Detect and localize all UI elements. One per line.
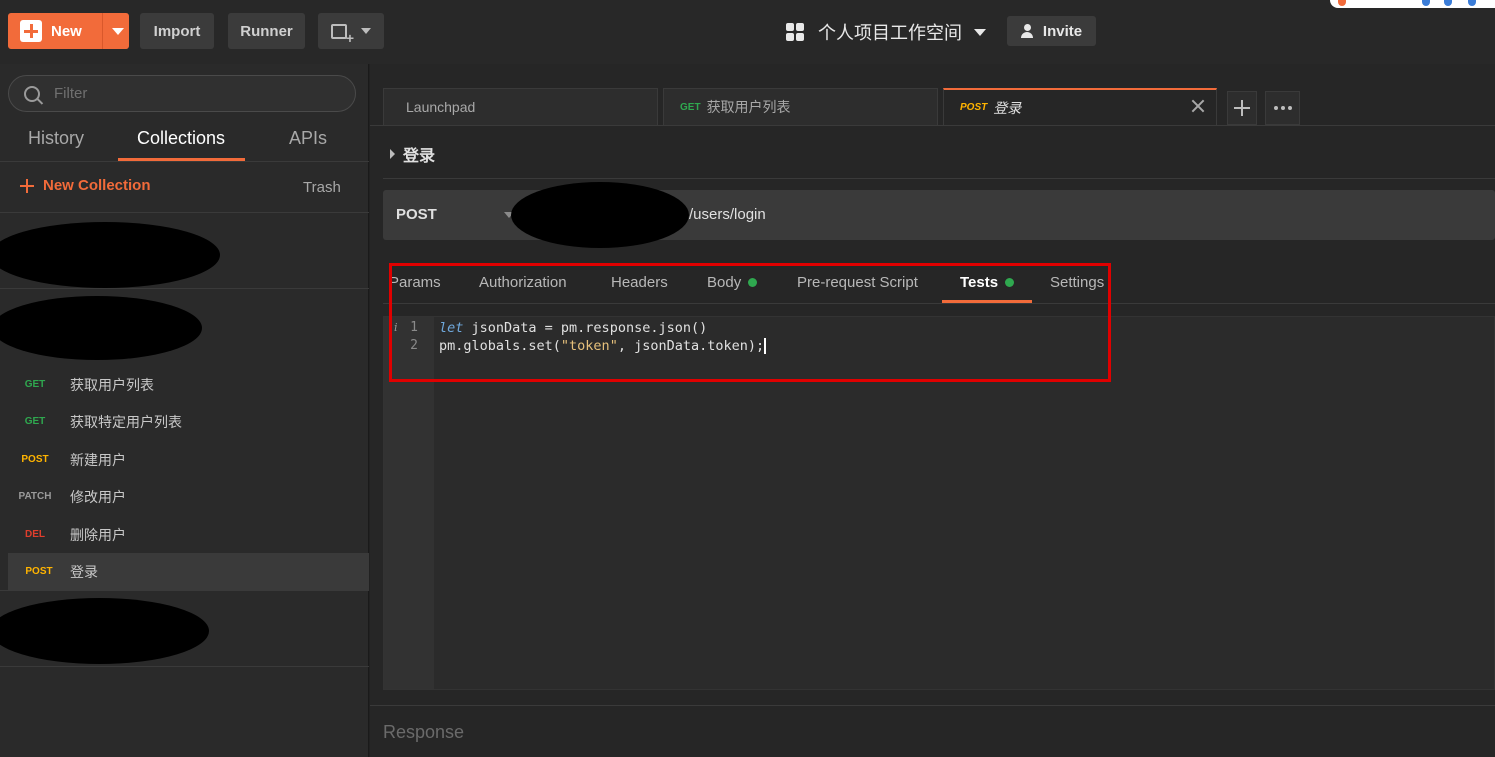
divider (370, 125, 1495, 126)
sidebar-tabs: History Collections APIs (0, 120, 369, 162)
tab-label: Launchpad (406, 99, 476, 115)
request-title-text: 登录 (403, 148, 436, 165)
new-collection-label: New Collection (43, 177, 151, 194)
redacted-collection[interactable] (0, 598, 209, 664)
corner-overlay-logo (1330, 0, 1495, 8)
invite-label: Invite (1042, 22, 1083, 40)
list-item[interactable]: GET 获取用户列表 (0, 366, 369, 403)
new-button-divider (102, 13, 103, 49)
divider (383, 178, 1495, 179)
top-bar: New Import Runner 个人项目工作空间 Invite (0, 0, 1495, 64)
new-button[interactable]: New (8, 13, 129, 49)
active-tab-indicator (118, 158, 245, 161)
list-item-selected[interactable]: POST 登录 (8, 553, 369, 590)
method-badge: PATCH (18, 491, 52, 502)
caret-down-icon[interactable] (112, 28, 124, 35)
method-badge: GET (680, 101, 701, 113)
grid-icon (786, 23, 804, 41)
new-collection-button[interactable]: New Collection (20, 177, 151, 194)
request-name: 删除用户 (70, 526, 126, 543)
method-badge: POST (21, 454, 49, 465)
request-name: 获取用户列表 (70, 376, 154, 393)
caret-down-icon (974, 28, 986, 36)
more-icon[interactable] (1265, 91, 1300, 125)
search-icon (24, 85, 40, 102)
list-item[interactable]: POST 新建用户 (0, 441, 369, 478)
tab-collections[interactable]: Collections (137, 128, 225, 149)
divider (0, 212, 369, 213)
redacted-host (511, 182, 689, 248)
tab-label: 登录 (993, 99, 1022, 116)
caret-right-icon (390, 149, 395, 159)
method-select[interactable]: POST (396, 206, 437, 223)
new-window-icon (331, 23, 354, 46)
tab-get-users[interactable]: GET 获取用户列表 (663, 88, 938, 125)
invite-button[interactable]: Invite (1007, 16, 1096, 46)
list-item[interactable]: GET 获取特定用户列表 (0, 403, 369, 440)
tab-apis[interactable]: APIs (289, 128, 327, 149)
divider (0, 666, 369, 667)
tab-label: 获取用户列表 (706, 99, 791, 115)
add-tab-button[interactable] (1227, 91, 1257, 125)
request-name: 登录 (70, 563, 98, 580)
tab-login[interactable]: POST 登录 (943, 88, 1217, 125)
runner-button[interactable]: Runner (228, 13, 305, 49)
list-item[interactable]: PATCH 修改用户 (0, 478, 369, 515)
response-label: Response (383, 722, 465, 742)
list-item[interactable]: DEL 删除用户 (0, 516, 369, 553)
tab-launchpad[interactable]: Launchpad (383, 88, 658, 125)
request-name: 修改用户 (70, 488, 126, 505)
filter-input[interactable] (54, 85, 334, 102)
request-title[interactable]: 登录 (390, 142, 435, 166)
filter-box[interactable] (8, 75, 356, 112)
divider (0, 590, 369, 591)
method-badge: GET (24, 379, 46, 390)
request-name: 新建用户 (70, 451, 126, 468)
url-input[interactable]: /users/login (689, 206, 766, 223)
close-icon[interactable] (1190, 98, 1206, 114)
method-badge: POST (25, 566, 53, 577)
plus-icon (20, 178, 34, 193)
method-badge: POST (960, 102, 988, 113)
request-name: 获取特定用户列表 (70, 413, 182, 430)
method-badge: DEL (25, 529, 45, 540)
response-panel[interactable]: Response (370, 705, 1495, 757)
sidebar: History Collections APIs New Collection … (0, 64, 369, 757)
annotation-highlight-box (389, 263, 1111, 382)
divider (0, 288, 369, 289)
request-tabs: Launchpad GET 获取用户列表 POST 登录 (370, 88, 1495, 126)
workspace-selector[interactable]: 个人项目工作空间 (786, 18, 986, 46)
plus-icon (20, 20, 42, 42)
main-panel: Launchpad GET 获取用户列表 POST 登录 登录 POST /us… (370, 64, 1495, 757)
workspace-name: 个人项目工作空间 (818, 23, 962, 43)
import-button[interactable]: Import (140, 13, 214, 49)
tab-history[interactable]: History (28, 128, 84, 149)
trash-button[interactable]: Trash (303, 179, 341, 196)
new-window-button[interactable] (318, 13, 384, 49)
caret-down-icon (361, 28, 371, 34)
redacted-collection[interactable] (0, 296, 202, 360)
add-user-icon (1020, 24, 1035, 38)
method-badge: GET (24, 416, 46, 427)
redacted-collection[interactable] (0, 222, 220, 288)
new-button-label: New (51, 22, 82, 40)
url-bar: POST /users/login (383, 182, 1495, 248)
